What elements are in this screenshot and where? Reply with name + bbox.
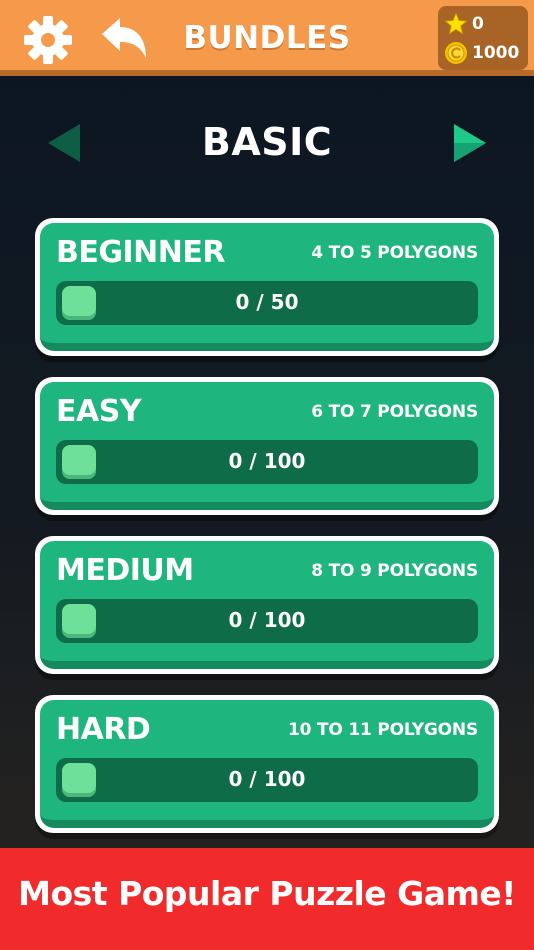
stars-value: 0: [472, 14, 484, 34]
arrow-right-icon: [454, 124, 486, 162]
level-card-hard[interactable]: HARD 10 TO 11 POLYGONS 0 / 100: [35, 695, 499, 833]
currency-panel: 0 1000: [438, 6, 528, 70]
level-title: HARD: [56, 712, 151, 747]
coins-counter: 1000: [444, 40, 519, 66]
coins-value: 1000: [472, 43, 520, 63]
level-subtitle: 6 TO 7 POLYGONS: [311, 402, 478, 422]
level-card-body: EASY 6 TO 7 POLYGONS 0 / 100: [40, 382, 494, 510]
bundle-selector: BASIC: [0, 110, 534, 174]
arrow-left-icon: [48, 124, 80, 162]
progress-text: 0 / 50: [235, 290, 299, 314]
level-card-beginner[interactable]: BEGINNER 4 TO 5 POLYGONS 0 / 50: [35, 218, 499, 356]
level-title: EASY: [56, 394, 142, 429]
level-card-body: HARD 10 TO 11 POLYGONS 0 / 100: [40, 700, 494, 828]
bundle-name: BASIC: [201, 120, 333, 164]
level-subtitle: 10 TO 11 POLYGONS: [288, 720, 478, 740]
stars-counter: 0: [444, 11, 484, 37]
progress-text: 0 / 100: [228, 449, 306, 473]
settings-button[interactable]: [22, 14, 74, 66]
previous-bundle-button[interactable]: [42, 120, 86, 166]
progress-bar: 0 / 100: [56, 440, 478, 484]
level-subtitle: 8 TO 9 POLYGONS: [311, 561, 478, 581]
back-button[interactable]: [98, 14, 150, 66]
level-card-medium[interactable]: MEDIUM 8 TO 9 POLYGONS 0 / 100: [35, 536, 499, 674]
progress-text: 0 / 100: [228, 608, 306, 632]
page-title: BUNDLES: [183, 20, 351, 56]
promo-banner[interactable]: Most Popular Puzzle Game!: [0, 848, 534, 950]
gear-icon: [24, 16, 72, 64]
coin-icon: [445, 42, 467, 64]
star-icon: [444, 12, 468, 35]
progress-text: 0 / 100: [228, 767, 306, 791]
next-bundle-button[interactable]: [448, 120, 492, 166]
level-subtitle: 4 TO 5 POLYGONS: [311, 243, 478, 263]
level-title: MEDIUM: [56, 553, 194, 588]
progress-bar: 0 / 100: [56, 599, 478, 643]
level-title: BEGINNER: [56, 235, 225, 270]
level-card-body: MEDIUM 8 TO 9 POLYGONS 0 / 100: [40, 541, 494, 669]
promo-banner-text: Most Popular Puzzle Game!: [18, 874, 516, 913]
level-card-easy[interactable]: EASY 6 TO 7 POLYGONS 0 / 100: [35, 377, 499, 515]
back-arrow-icon: [102, 18, 146, 58]
progress-bar: 0 / 100: [56, 758, 478, 802]
top-bar: BUNDLES 0 1000: [0, 0, 534, 76]
level-card-body: BEGINNER 4 TO 5 POLYGONS 0 / 50: [40, 223, 494, 351]
progress-bar: 0 / 50: [56, 281, 478, 325]
